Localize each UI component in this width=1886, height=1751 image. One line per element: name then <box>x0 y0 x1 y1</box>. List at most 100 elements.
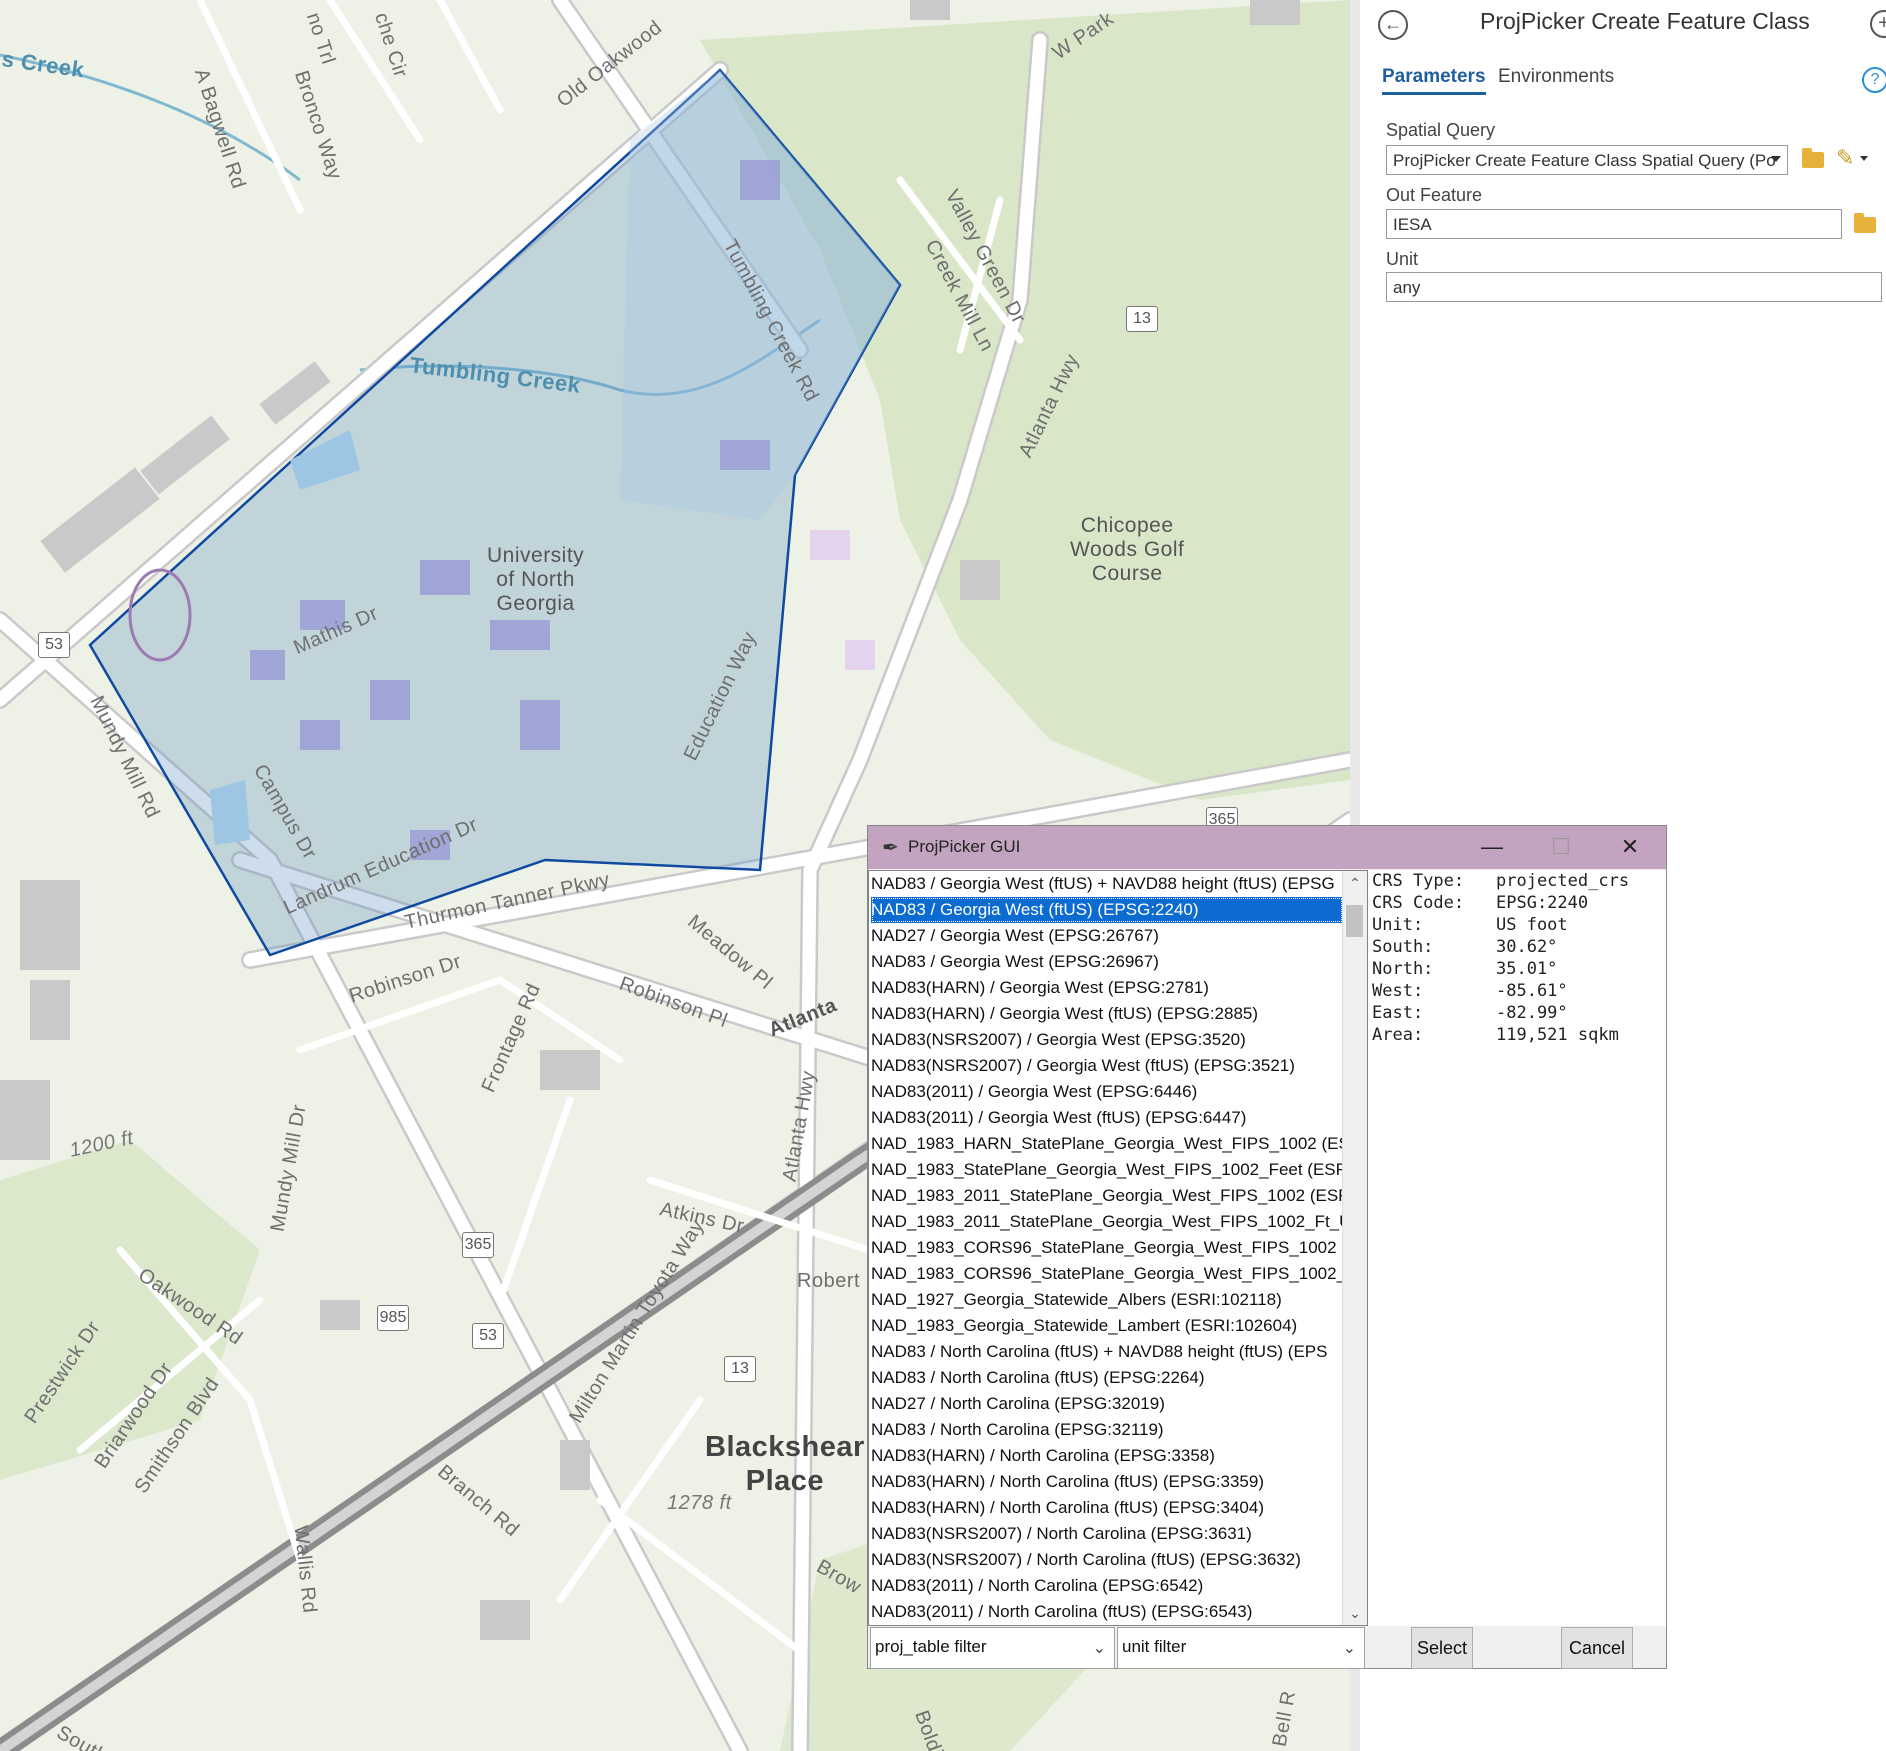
cancel-button[interactable]: Cancel <box>1561 1627 1633 1669</box>
crs-info-row: North: 35.01° <box>1372 958 1557 980</box>
crs-info-key: South: <box>1372 937 1434 957</box>
maximize-icon[interactable]: ☐ <box>1541 832 1581 862</box>
crs-list-item[interactable]: NAD83(HARN) / North Carolina (ftUS) (EPS… <box>871 1495 1343 1521</box>
crs-info-row: CRS Code: EPSG:2240 <box>1372 892 1588 914</box>
crs-list-item[interactable]: NAD_1983_HARN_StatePlane_Georgia_West_FI… <box>871 1131 1343 1157</box>
crs-list-item[interactable]: NAD_1983_StatePlane_Georgia_West_FIPS_10… <box>871 1157 1343 1183</box>
crs-info-row: East: -82.99° <box>1372 1002 1568 1024</box>
crs-list-item[interactable]: NAD83(2011) / North Carolina (ftUS) (EPS… <box>871 1599 1343 1625</box>
crs-info-key: North: <box>1372 959 1434 979</box>
window-title: ProjPicker GUI <box>908 837 1021 856</box>
place-label: Blackshear Place <box>705 1431 865 1497</box>
crs-list-item[interactable]: NAD83(NSRS2007) / North Carolina (ftUS) … <box>871 1547 1343 1573</box>
crs-listbox[interactable]: NAD83 / Georgia West (ftUS) + NAVD88 hei… <box>868 870 1368 1626</box>
crs-info-value: -85.61° <box>1496 981 1568 1001</box>
map-label-street: Robert <box>797 1270 861 1292</box>
crs-list-item[interactable]: NAD83(2011) / Georgia West (ftUS) (EPSG:… <box>871 1105 1343 1131</box>
window-titlebar[interactable]: ✒ ProjPicker GUI — ☐ ✕ <box>868 826 1666 869</box>
route-shield: 53 <box>38 632 70 658</box>
select-button[interactable]: Select <box>1411 1627 1473 1669</box>
crs-info-value: 119,521 sqkm <box>1496 1025 1619 1045</box>
proj-table-filter[interactable]: proj_table filter ⌄ <box>870 1627 1115 1669</box>
poi-golf-course: Chicopee Woods Golf Course <box>1070 514 1185 585</box>
crs-list-item[interactable]: NAD_1983_CORS96_StatePlane_Georgia_West_… <box>871 1235 1343 1261</box>
back-icon[interactable]: ← <box>1378 10 1408 40</box>
feather-icon: ✒ <box>882 837 899 859</box>
crs-info-value: 30.62° <box>1496 937 1558 957</box>
crs-list-item[interactable]: NAD83 / North Carolina (EPSG:32119) <box>871 1417 1343 1443</box>
scrollbar[interactable]: ⌃ ⌄ <box>1342 871 1367 1625</box>
crs-info-value: 35.01° <box>1496 959 1558 979</box>
chevron-down-icon: ⌄ <box>1092 1640 1106 1657</box>
poi-university: University of North Georgia <box>487 544 585 615</box>
unit-input[interactable]: any <box>1386 272 1882 302</box>
close-icon[interactable]: ✕ <box>1610 832 1650 862</box>
crs-list-item[interactable]: NAD83(NSRS2007) / North Carolina (EPSG:3… <box>871 1521 1343 1547</box>
route-shield: 13 <box>1126 306 1158 332</box>
crs-info-key: Area: <box>1372 1025 1424 1045</box>
spatial-query-label: Spatial Query <box>1386 120 1496 140</box>
tab-parameters[interactable]: Parameters <box>1382 66 1486 95</box>
crs-info-row: South: 30.62° <box>1372 936 1557 958</box>
unit-filter-value: unit filter <box>1122 1637 1187 1656</box>
minimize-icon[interactable]: — <box>1472 832 1512 862</box>
elevation-label: 1278 ft <box>667 1492 732 1514</box>
crs-list-item[interactable]: NAD_1983_Georgia_Statewide_Lambert (ESRI… <box>871 1313 1343 1339</box>
crs-list-item[interactable]: NAD83(HARN) / North Carolina (ftUS) (EPS… <box>871 1469 1343 1495</box>
folder-icon[interactable] <box>1854 213 1876 233</box>
unit-label: Unit <box>1386 249 1419 269</box>
crs-info-value: US foot <box>1496 915 1568 935</box>
crs-info-key: CRS Type: <box>1372 871 1465 891</box>
crs-info-value: -82.99° <box>1496 1003 1568 1023</box>
unit-filter[interactable]: unit filter ⌄ <box>1117 1627 1365 1669</box>
crs-info-row: CRS Type: projected_crs <box>1372 870 1629 892</box>
crs-list-item[interactable]: NAD83(HARN) / Georgia West (EPSG:2781) <box>871 975 1343 1001</box>
chevron-down-icon[interactable] <box>1860 156 1868 161</box>
crs-list-item[interactable]: NAD_1983_2011_StatePlane_Georgia_West_FI… <box>871 1209 1343 1235</box>
crs-list-item[interactable]: NAD83(2011) / Georgia West (EPSG:6446) <box>871 1079 1343 1105</box>
crs-list-item[interactable]: NAD_1983_CORS96_StatePlane_Georgia_West_… <box>871 1261 1343 1287</box>
crs-list-item[interactable]: NAD83 / North Carolina (ftUS) + NAVD88 h… <box>871 1339 1343 1365</box>
crs-list-item[interactable]: NAD83 / North Carolina (ftUS) (EPSG:2264… <box>871 1365 1343 1391</box>
tool-title: ProjPicker Create Feature Class <box>1480 8 1810 34</box>
route-shield: 365 <box>462 1232 494 1258</box>
out-feature-input[interactable]: IESA <box>1386 209 1842 239</box>
projpicker-window: ✒ ProjPicker GUI — ☐ ✕ NAD83 / Georgia W… <box>867 825 1667 1669</box>
crs-list-item[interactable]: NAD83 / Georgia West (ftUS) (EPSG:2240) <box>871 897 1343 923</box>
scroll-thumb[interactable] <box>1346 905 1363 937</box>
folder-icon[interactable] <box>1802 148 1824 168</box>
crs-list-item[interactable]: NAD27 / North Carolina (EPSG:32019) <box>871 1391 1343 1417</box>
tab-environments[interactable]: Environments <box>1498 66 1614 88</box>
out-feature-label: Out Feature <box>1386 185 1483 205</box>
scroll-up-icon[interactable]: ⌃ <box>1343 871 1367 895</box>
spatial-query-select[interactable]: ProjPicker Create Feature Class Spatial … <box>1386 145 1788 175</box>
add-icon[interactable]: + <box>1870 10 1886 38</box>
chevron-down-icon <box>1771 156 1781 162</box>
route-shield: 985 <box>377 1305 409 1331</box>
crs-info-row: West: -85.61° <box>1372 980 1568 1002</box>
spatial-query-value: ProjPicker Create Feature Class Spatial … <box>1393 151 1776 170</box>
crs-list-item[interactable]: NAD_1927_Georgia_Statewide_Albers (ESRI:… <box>871 1287 1343 1313</box>
crs-info-row: Unit: US foot <box>1372 914 1568 936</box>
crs-list-item[interactable]: NAD27 / Georgia West (EPSG:26767) <box>871 923 1343 949</box>
crs-list-item[interactable]: NAD83 / Georgia West (EPSG:26967) <box>871 949 1343 975</box>
crs-info-value: projected_crs <box>1496 871 1630 891</box>
crs-list-item[interactable]: NAD83(2011) / North Carolina (EPSG:6542) <box>871 1573 1343 1599</box>
crs-list-item[interactable]: NAD83 / Georgia West (ftUS) + NAVD88 hei… <box>871 871 1343 897</box>
crs-info-key: West: <box>1372 981 1424 1001</box>
crs-info-value: EPSG:2240 <box>1496 893 1589 913</box>
scroll-down-icon[interactable]: ⌄ <box>1343 1601 1367 1625</box>
crs-info-key: East: <box>1372 1003 1424 1023</box>
crs-info-key: CRS Code: <box>1372 893 1465 913</box>
crs-list-item[interactable]: NAD83(HARN) / Georgia West (ftUS) (EPSG:… <box>871 1001 1343 1027</box>
crs-list-item[interactable]: NAD83(NSRS2007) / Georgia West (EPSG:352… <box>871 1027 1343 1053</box>
pencil-icon[interactable]: ✎ <box>1836 145 1854 171</box>
route-shield: 53 <box>472 1323 504 1349</box>
crs-info-panel: CRS Type: projected_crs CRS Code: EPSG:2240… <box>1368 870 1666 1626</box>
proj-table-filter-value: proj_table filter <box>875 1637 987 1656</box>
crs-list-item[interactable]: NAD83(NSRS2007) / Georgia West (ftUS) (E… <box>871 1053 1343 1079</box>
help-icon[interactable]: ? <box>1862 67 1886 93</box>
crs-info-row: Area: 119,521 sqkm <box>1372 1024 1619 1046</box>
crs-list-item[interactable]: NAD83(HARN) / North Carolina (EPSG:3358) <box>871 1443 1343 1469</box>
crs-list-item[interactable]: NAD_1983_2011_StatePlane_Georgia_West_FI… <box>871 1183 1343 1209</box>
